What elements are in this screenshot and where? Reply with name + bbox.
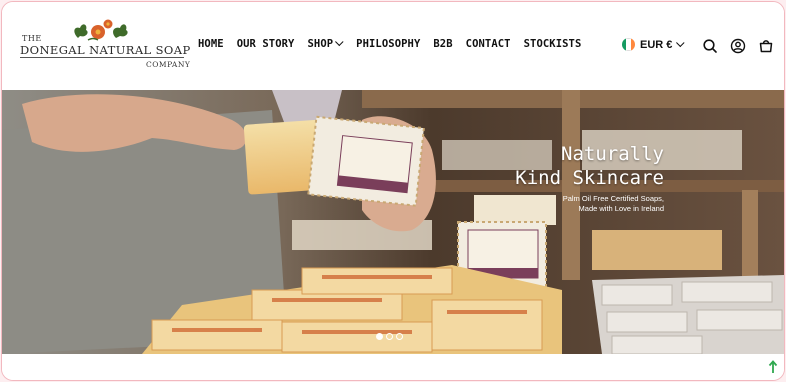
nav-our-story[interactable]: OUR STORY <box>237 38 295 50</box>
nav-shop[interactable]: SHOP <box>307 37 344 50</box>
hero-title-line2: Kind Skincare <box>515 167 664 189</box>
logo-the: THE <box>22 34 42 43</box>
site-header: THE DONEGAL NATURAL SOAP COMPANY HOME OU… <box>2 2 784 90</box>
hero-subtitle-line1: Palm Oil Free Certified Soaps, <box>562 194 664 203</box>
slide-dot-3[interactable] <box>396 333 403 340</box>
logo-brand-name: DONEGAL NATURAL SOAP <box>20 43 191 57</box>
hero-image <box>2 90 784 354</box>
currency-label: EUR € <box>640 38 673 51</box>
slide-dot-1[interactable] <box>376 333 383 340</box>
nav-b2b-label: B2B <box>433 38 453 50</box>
nav-contact-label: CONTACT <box>465 38 511 50</box>
hero-title: Naturally Kind Skincare <box>472 142 664 190</box>
nav-b2b[interactable]: B2B <box>433 38 452 50</box>
nav-philosophy-label: PHILOSOPHY <box>356 38 421 50</box>
nav-stockists[interactable]: STOCKISTS <box>524 38 582 50</box>
logo-company: COMPANY <box>146 60 191 69</box>
nav-home-label: HOME <box>198 38 224 50</box>
hero-subtitle-line2: Made with Love in Ireland <box>578 204 664 213</box>
flower-logo-icon <box>74 19 128 41</box>
nav-shop-label: SHOP <box>307 38 334 50</box>
ireland-flag-icon <box>622 38 635 51</box>
search-icon[interactable] <box>702 38 718 54</box>
slide-dot-2[interactable] <box>386 333 393 340</box>
account-icon[interactable] <box>730 38 746 54</box>
cart-icon[interactable] <box>758 38 774 54</box>
hero-title-line1: Naturally <box>561 143 664 165</box>
currency-selector[interactable]: EUR € <box>622 38 685 51</box>
hero-subtitle: Palm Oil Free Certified Soaps, Made with… <box>502 194 664 214</box>
slideshow-dots <box>376 333 406 340</box>
header-icons <box>702 38 784 54</box>
nav-contact[interactable]: CONTACT <box>466 38 511 50</box>
page-bottom-strip <box>2 354 784 380</box>
nav-home[interactable]: HOME <box>198 38 224 50</box>
hero-banner[interactable]: Naturally Kind Skincare Palm Oil Free Ce… <box>2 90 784 354</box>
nav-our-story-label: OUR STORY <box>236 38 295 50</box>
main-nav: HOME OUR STORY SHOP PHILOSOPHY B2B CONTA… <box>198 37 594 50</box>
logo-divider <box>20 57 184 58</box>
chevron-down-icon <box>335 37 344 47</box>
brand-logo[interactable]: THE DONEGAL NATURAL SOAP COMPANY <box>18 16 191 76</box>
nav-stockists-label: STOCKISTS <box>523 38 582 50</box>
nav-philosophy[interactable]: PHILOSOPHY <box>356 38 420 50</box>
scroll-to-top-icon[interactable] <box>768 360 778 374</box>
chevron-down-icon <box>676 38 685 47</box>
page-frame: THE DONEGAL NATURAL SOAP COMPANY HOME OU… <box>1 1 785 381</box>
